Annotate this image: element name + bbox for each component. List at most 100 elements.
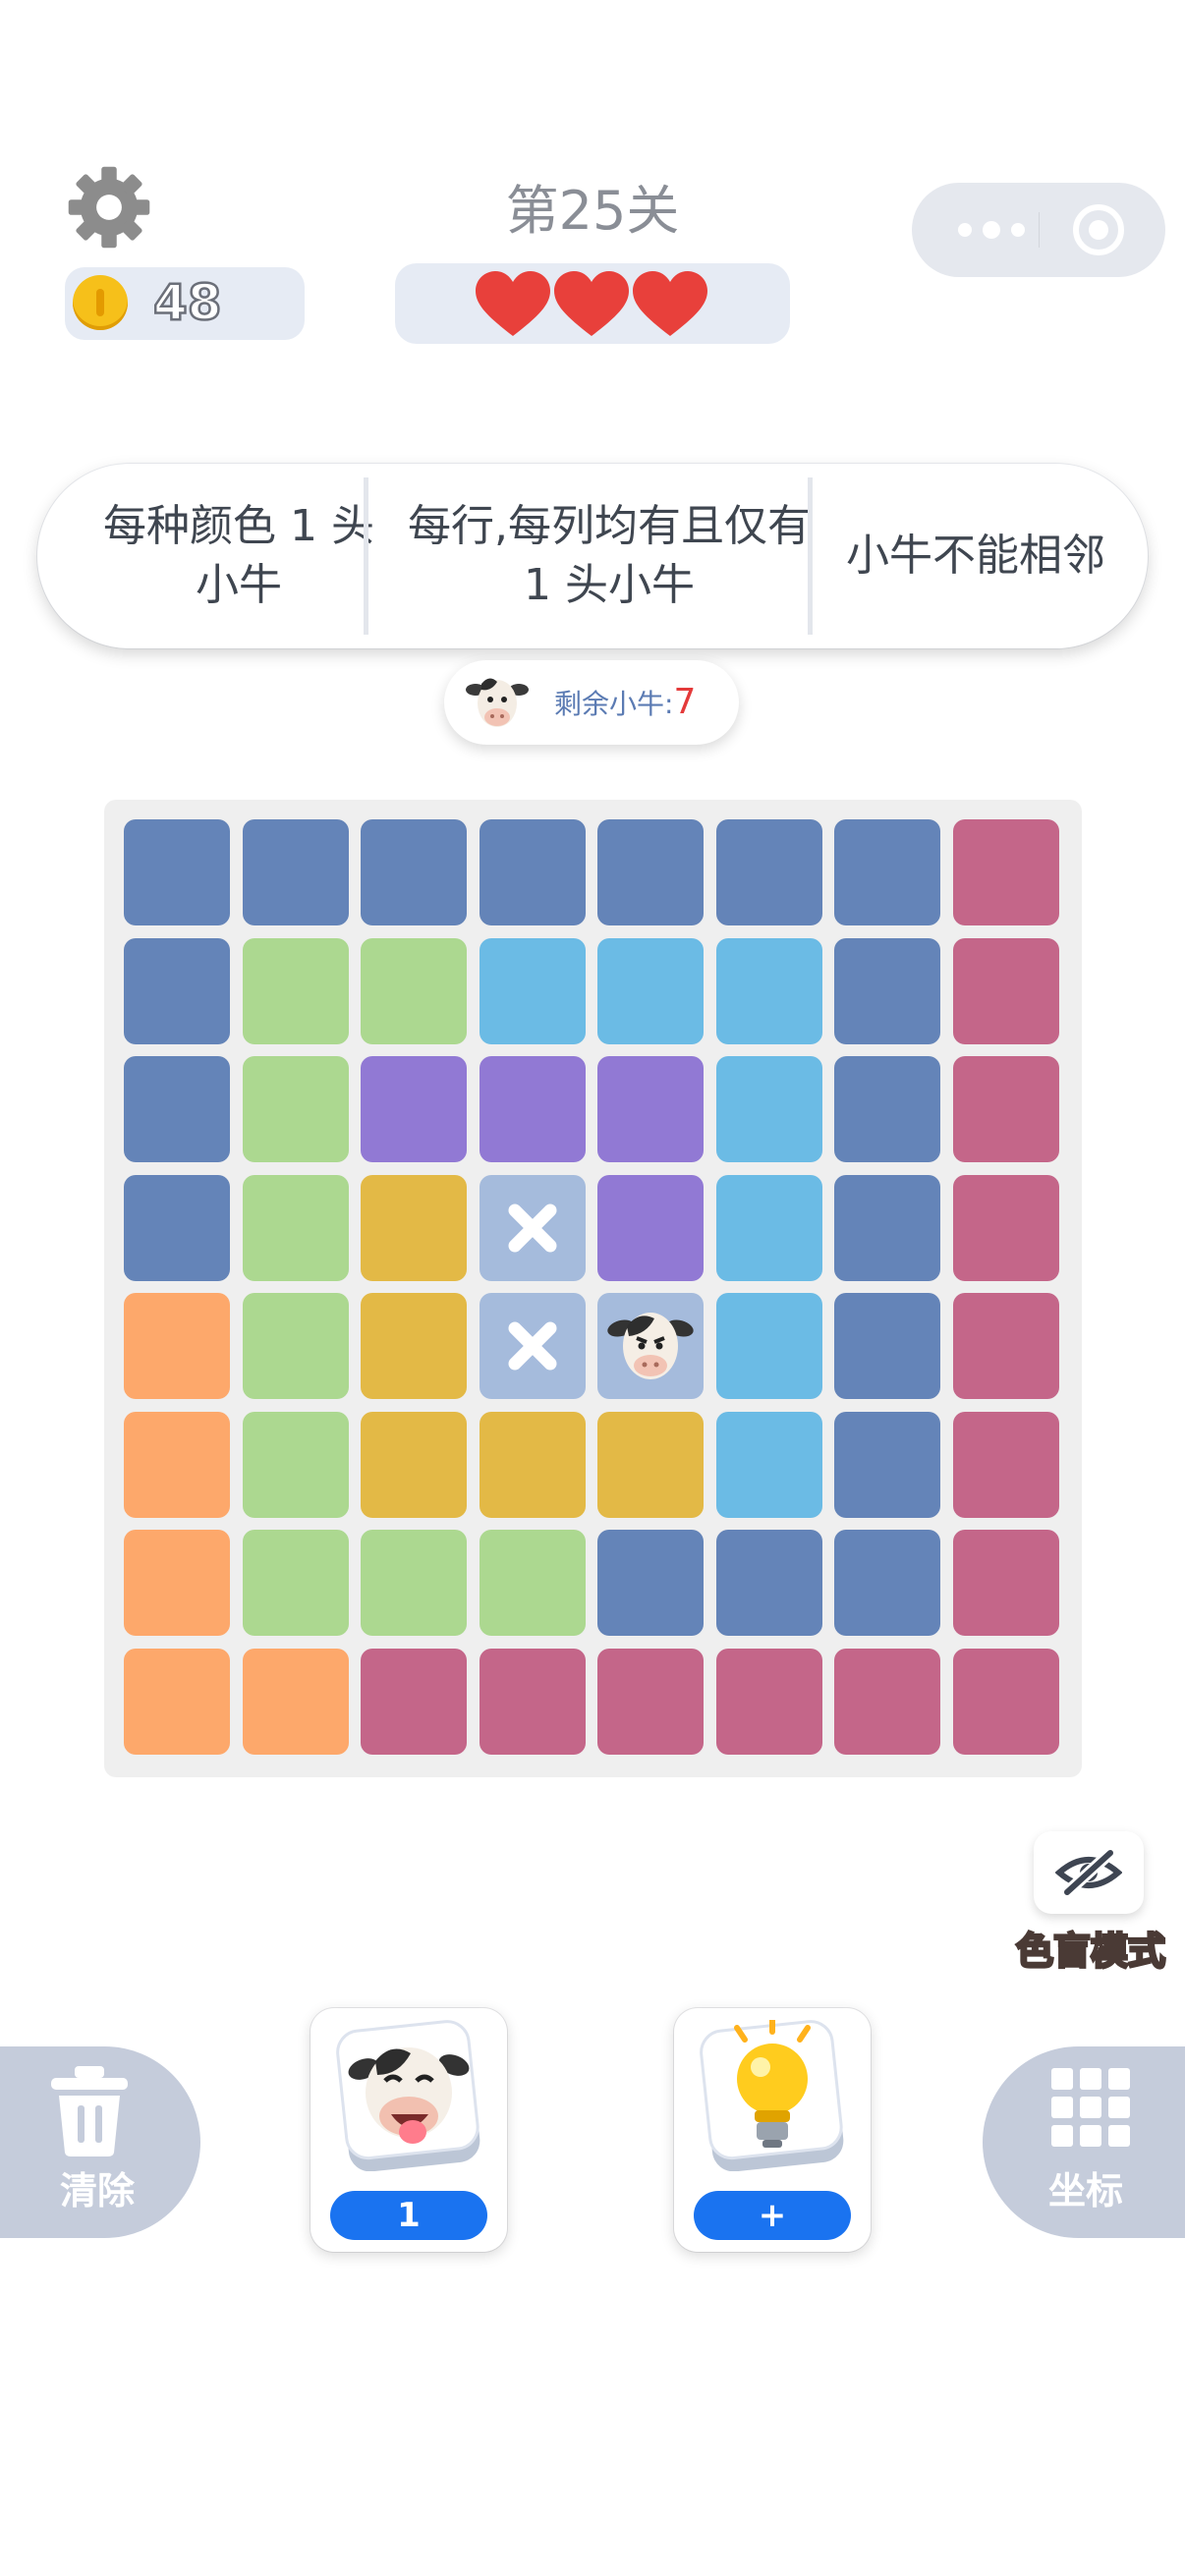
board-cell[interactable] xyxy=(361,1411,467,1518)
lightbulb-tile-icon xyxy=(700,2020,844,2171)
board-cell[interactable] xyxy=(124,1411,230,1518)
clear-label: 清除 xyxy=(59,2169,135,2212)
board-cell[interactable] xyxy=(361,1056,467,1162)
board-cell[interactable] xyxy=(124,1648,230,1755)
more-options-icon[interactable] xyxy=(947,210,1036,250)
board-cell[interactable] xyxy=(597,1174,704,1281)
coordinates-button[interactable]: 坐标 xyxy=(983,2046,1185,2238)
board-cell[interactable] xyxy=(597,1056,704,1162)
cow-hint-count: 1 xyxy=(330,2191,487,2240)
board-cell[interactable] xyxy=(479,1648,586,1755)
coin-count: 48 xyxy=(152,273,223,333)
board-cell[interactable] xyxy=(242,819,349,925)
board-cell[interactable] xyxy=(834,1056,940,1162)
grid-icon xyxy=(1051,2068,1130,2147)
board-cell[interactable] xyxy=(597,1648,704,1755)
board-cell[interactable] xyxy=(834,937,940,1044)
board-cell[interactable] xyxy=(124,1293,230,1399)
board-cell[interactable] xyxy=(834,819,940,925)
rules-panel: 每种颜色 1 头小牛 每行,每列均有且仅有 1 头小牛 小牛不能相邻 xyxy=(37,464,1148,648)
board-cell[interactable] xyxy=(834,1293,940,1399)
cross-mark-icon xyxy=(508,1204,556,1252)
board-cell[interactable] xyxy=(242,1056,349,1162)
rule-adjacent: 小牛不能相邻 xyxy=(846,531,1105,581)
heart-icon xyxy=(633,271,707,336)
board-cell[interactable] xyxy=(124,1174,230,1281)
board-cell[interactable] xyxy=(715,1174,822,1281)
laughing-cow-tile-icon xyxy=(336,2020,480,2171)
mini-program-capsule xyxy=(912,183,1165,277)
cow-hint-card[interactable]: 1 xyxy=(310,2008,507,2252)
board-cell[interactable] xyxy=(242,1530,349,1636)
board-cell[interactable] xyxy=(952,1174,1059,1281)
board-cell[interactable] xyxy=(952,1530,1059,1636)
board-cell[interactable] xyxy=(715,937,822,1044)
board-cell[interactable] xyxy=(242,1174,349,1281)
board-cell[interactable] xyxy=(597,1411,704,1518)
hint-bulb-action: + xyxy=(694,2191,851,2240)
board-cell[interactable] xyxy=(715,1648,822,1755)
remaining-count: 7 xyxy=(673,682,697,722)
board-cell[interactable] xyxy=(479,937,586,1044)
coordinates-label: 坐标 xyxy=(1047,2169,1123,2212)
board-cell[interactable] xyxy=(479,819,586,925)
rule-color: 每种颜色 1 头小牛 xyxy=(103,501,374,610)
hint-bulb-card[interactable]: + xyxy=(674,2008,871,2252)
cross-mark-icon xyxy=(508,1321,556,1371)
board-cell[interactable] xyxy=(242,937,349,1044)
eye-off-icon xyxy=(1055,1848,1122,1897)
board-cell[interactable] xyxy=(597,819,704,925)
board-cell[interactable] xyxy=(715,1411,822,1518)
board-cell[interactable] xyxy=(361,1293,467,1399)
board-cell[interactable] xyxy=(715,819,822,925)
board-cell[interactable] xyxy=(715,1530,822,1636)
board-cell[interactable] xyxy=(715,1293,822,1399)
board-cell[interactable] xyxy=(597,1530,704,1636)
board-cell[interactable] xyxy=(479,1174,586,1281)
board-cell[interactable] xyxy=(124,1056,230,1162)
heart-icon xyxy=(476,271,550,336)
board-cell[interactable] xyxy=(834,1530,940,1636)
board-cell[interactable] xyxy=(124,1530,230,1636)
board-cell[interactable] xyxy=(242,1411,349,1518)
board-cell[interactable] xyxy=(834,1648,940,1755)
board-cell[interactable] xyxy=(124,937,230,1044)
close-program-icon[interactable] xyxy=(1071,202,1126,257)
board-cell[interactable] xyxy=(361,1648,467,1755)
trash-icon xyxy=(51,2066,128,2156)
board-cell[interactable] xyxy=(242,1293,349,1399)
board-cell[interactable] xyxy=(952,1411,1059,1518)
board-cell[interactable] xyxy=(834,1411,940,1518)
board-cell[interactable] xyxy=(597,937,704,1044)
colorblind-toggle[interactable] xyxy=(1034,1831,1144,1914)
board-cell[interactable] xyxy=(834,1174,940,1281)
board-cell[interactable] xyxy=(952,1056,1059,1162)
board-cell[interactable] xyxy=(597,1293,704,1399)
remaining-label: 剩余小牛: xyxy=(554,688,674,720)
rule-row-col: 每行,每列均有且仅有 1 头小牛 xyxy=(408,501,811,610)
settings-gear-icon[interactable] xyxy=(67,165,151,250)
coin-icon xyxy=(73,275,128,330)
board-cell[interactable] xyxy=(479,1411,586,1518)
board-cell[interactable] xyxy=(361,937,467,1044)
board-cell[interactable] xyxy=(952,1293,1059,1399)
board-cell[interactable] xyxy=(479,1056,586,1162)
board-cell[interactable] xyxy=(361,1530,467,1636)
colorblind-label: 色盲模式 xyxy=(1014,1929,1166,1975)
board-cell[interactable] xyxy=(952,819,1059,925)
board-cell[interactable] xyxy=(124,819,230,925)
board-cell[interactable] xyxy=(952,1648,1059,1755)
board-cell[interactable] xyxy=(361,819,467,925)
board-cell[interactable] xyxy=(715,1056,822,1162)
board-cell[interactable] xyxy=(479,1530,586,1636)
level-title: 第25关 xyxy=(505,180,680,242)
heart-icon xyxy=(554,271,629,336)
board-cell[interactable] xyxy=(952,937,1059,1044)
board-cell[interactable] xyxy=(361,1174,467,1281)
clear-button[interactable]: 清除 xyxy=(0,2046,200,2238)
cow-face-icon xyxy=(466,678,529,727)
board-cell[interactable] xyxy=(479,1293,586,1399)
board-cell[interactable] xyxy=(242,1648,349,1755)
game-board xyxy=(104,800,1082,1777)
cow-piece-icon xyxy=(607,1313,694,1379)
